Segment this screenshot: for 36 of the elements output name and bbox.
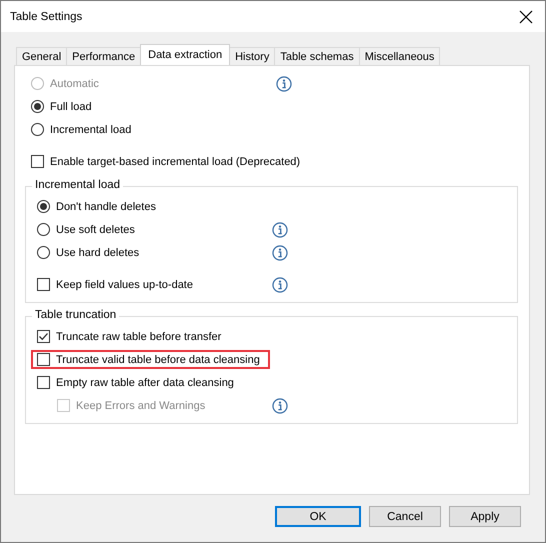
window-title: Table Settings: [10, 10, 82, 22]
checkbox[interactable]: [37, 278, 50, 291]
info-icon[interactable]: [272, 276, 288, 292]
option-label: Truncate raw table before transfer: [56, 330, 222, 342]
option-label: Automatic: [50, 78, 99, 90]
option-label: Incremental load: [50, 124, 132, 136]
group-title: Table truncation: [32, 309, 120, 321]
group-title: Incremental load: [32, 179, 124, 191]
dialog-button[interactable]: Apply: [449, 506, 521, 527]
radio-button[interactable]: [31, 100, 44, 113]
tab[interactable]: History: [229, 47, 276, 65]
close-icon[interactable]: [519, 10, 533, 24]
option-label: Don't handle deletes: [56, 200, 156, 212]
dialog-button[interactable]: OK: [275, 506, 361, 527]
option-label: Empty raw table after data cleansing: [56, 376, 234, 388]
checkbox[interactable]: [37, 353, 50, 366]
radio-button[interactable]: [37, 223, 50, 236]
option-label: Enable target-based incremental load (Deprecated): [50, 156, 300, 168]
option-label: Full load: [50, 100, 92, 112]
radio-button[interactable]: [37, 200, 50, 213]
info-icon[interactable]: [272, 222, 288, 238]
tab[interactable]: Miscellaneous: [358, 47, 440, 65]
option-label: Use soft deletes: [56, 224, 135, 236]
radio-button[interactable]: [31, 123, 44, 136]
tab[interactable]: Data extraction: [140, 44, 230, 65]
option-label: Keep field values up-to-date: [56, 278, 193, 290]
radio-button[interactable]: [37, 246, 50, 259]
info-icon[interactable]: [272, 244, 288, 260]
checkbox[interactable]: [31, 155, 44, 168]
checkbox[interactable]: [37, 330, 50, 343]
dialog-button[interactable]: Cancel: [369, 506, 441, 527]
tab[interactable]: General: [16, 47, 68, 65]
option-label: Keep Errors and Warnings: [76, 400, 206, 412]
option-label: Truncate valid table before data cleansing: [56, 354, 260, 366]
option-label: Use hard deletes: [56, 246, 140, 258]
checkbox[interactable]: [37, 376, 50, 389]
